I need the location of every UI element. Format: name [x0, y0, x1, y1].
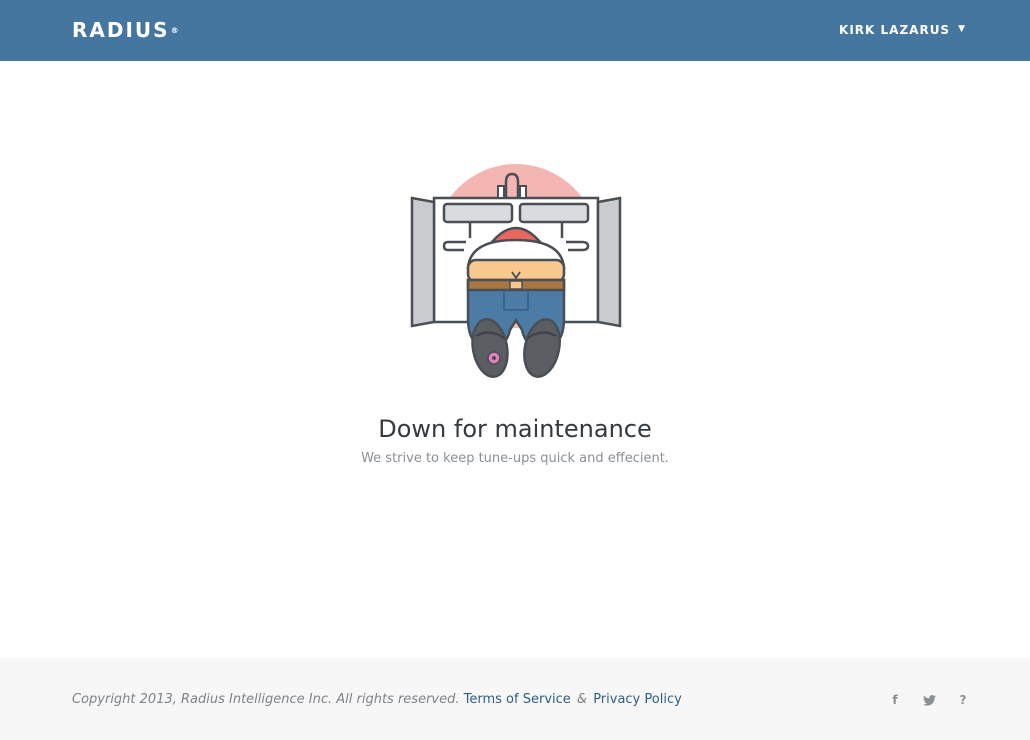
social-links: f ? [888, 692, 970, 708]
copyright-text: Copyright 2013, Radius Intelligence Inc.… [72, 692, 460, 707]
plumber-under-sink-illustration [410, 164, 622, 378]
ampersand: & [576, 692, 588, 707]
cabinet-door-left [410, 196, 436, 328]
top-nav-bar: RADIUS® KIRK LAZARUS ▼ [0, 0, 1030, 61]
logo-registered-mark: ® [170, 26, 181, 35]
facebook-icon[interactable]: f [888, 692, 902, 708]
user-menu[interactable]: KIRK LAZARUS ▼ [839, 22, 966, 38]
sink-left [442, 202, 514, 224]
caret-down-icon: ▼ [958, 24, 966, 34]
footer: Copyright 2013, Radius Intelligence Inc.… [0, 658, 1030, 740]
help-icon[interactable]: ? [956, 692, 970, 708]
cabinet-door-right [596, 196, 622, 328]
twitter-bird-shape [922, 694, 936, 706]
terms-link[interactable]: Terms of Service [464, 692, 571, 707]
footer-legal: Copyright 2013, Radius Intelligence Inc.… [72, 691, 682, 709]
sink-right [518, 202, 590, 224]
logo-text: RADIUS [72, 18, 170, 42]
page-title: Down for maintenance [378, 415, 652, 443]
privacy-link[interactable]: Privacy Policy [593, 692, 682, 707]
user-name: KIRK LAZARUS [839, 23, 951, 37]
page-subtitle: We strive to keep tune-ups quick and eff… [361, 451, 669, 466]
radius-logo[interactable]: RADIUS® [72, 18, 181, 42]
twitter-icon[interactable] [922, 692, 936, 708]
